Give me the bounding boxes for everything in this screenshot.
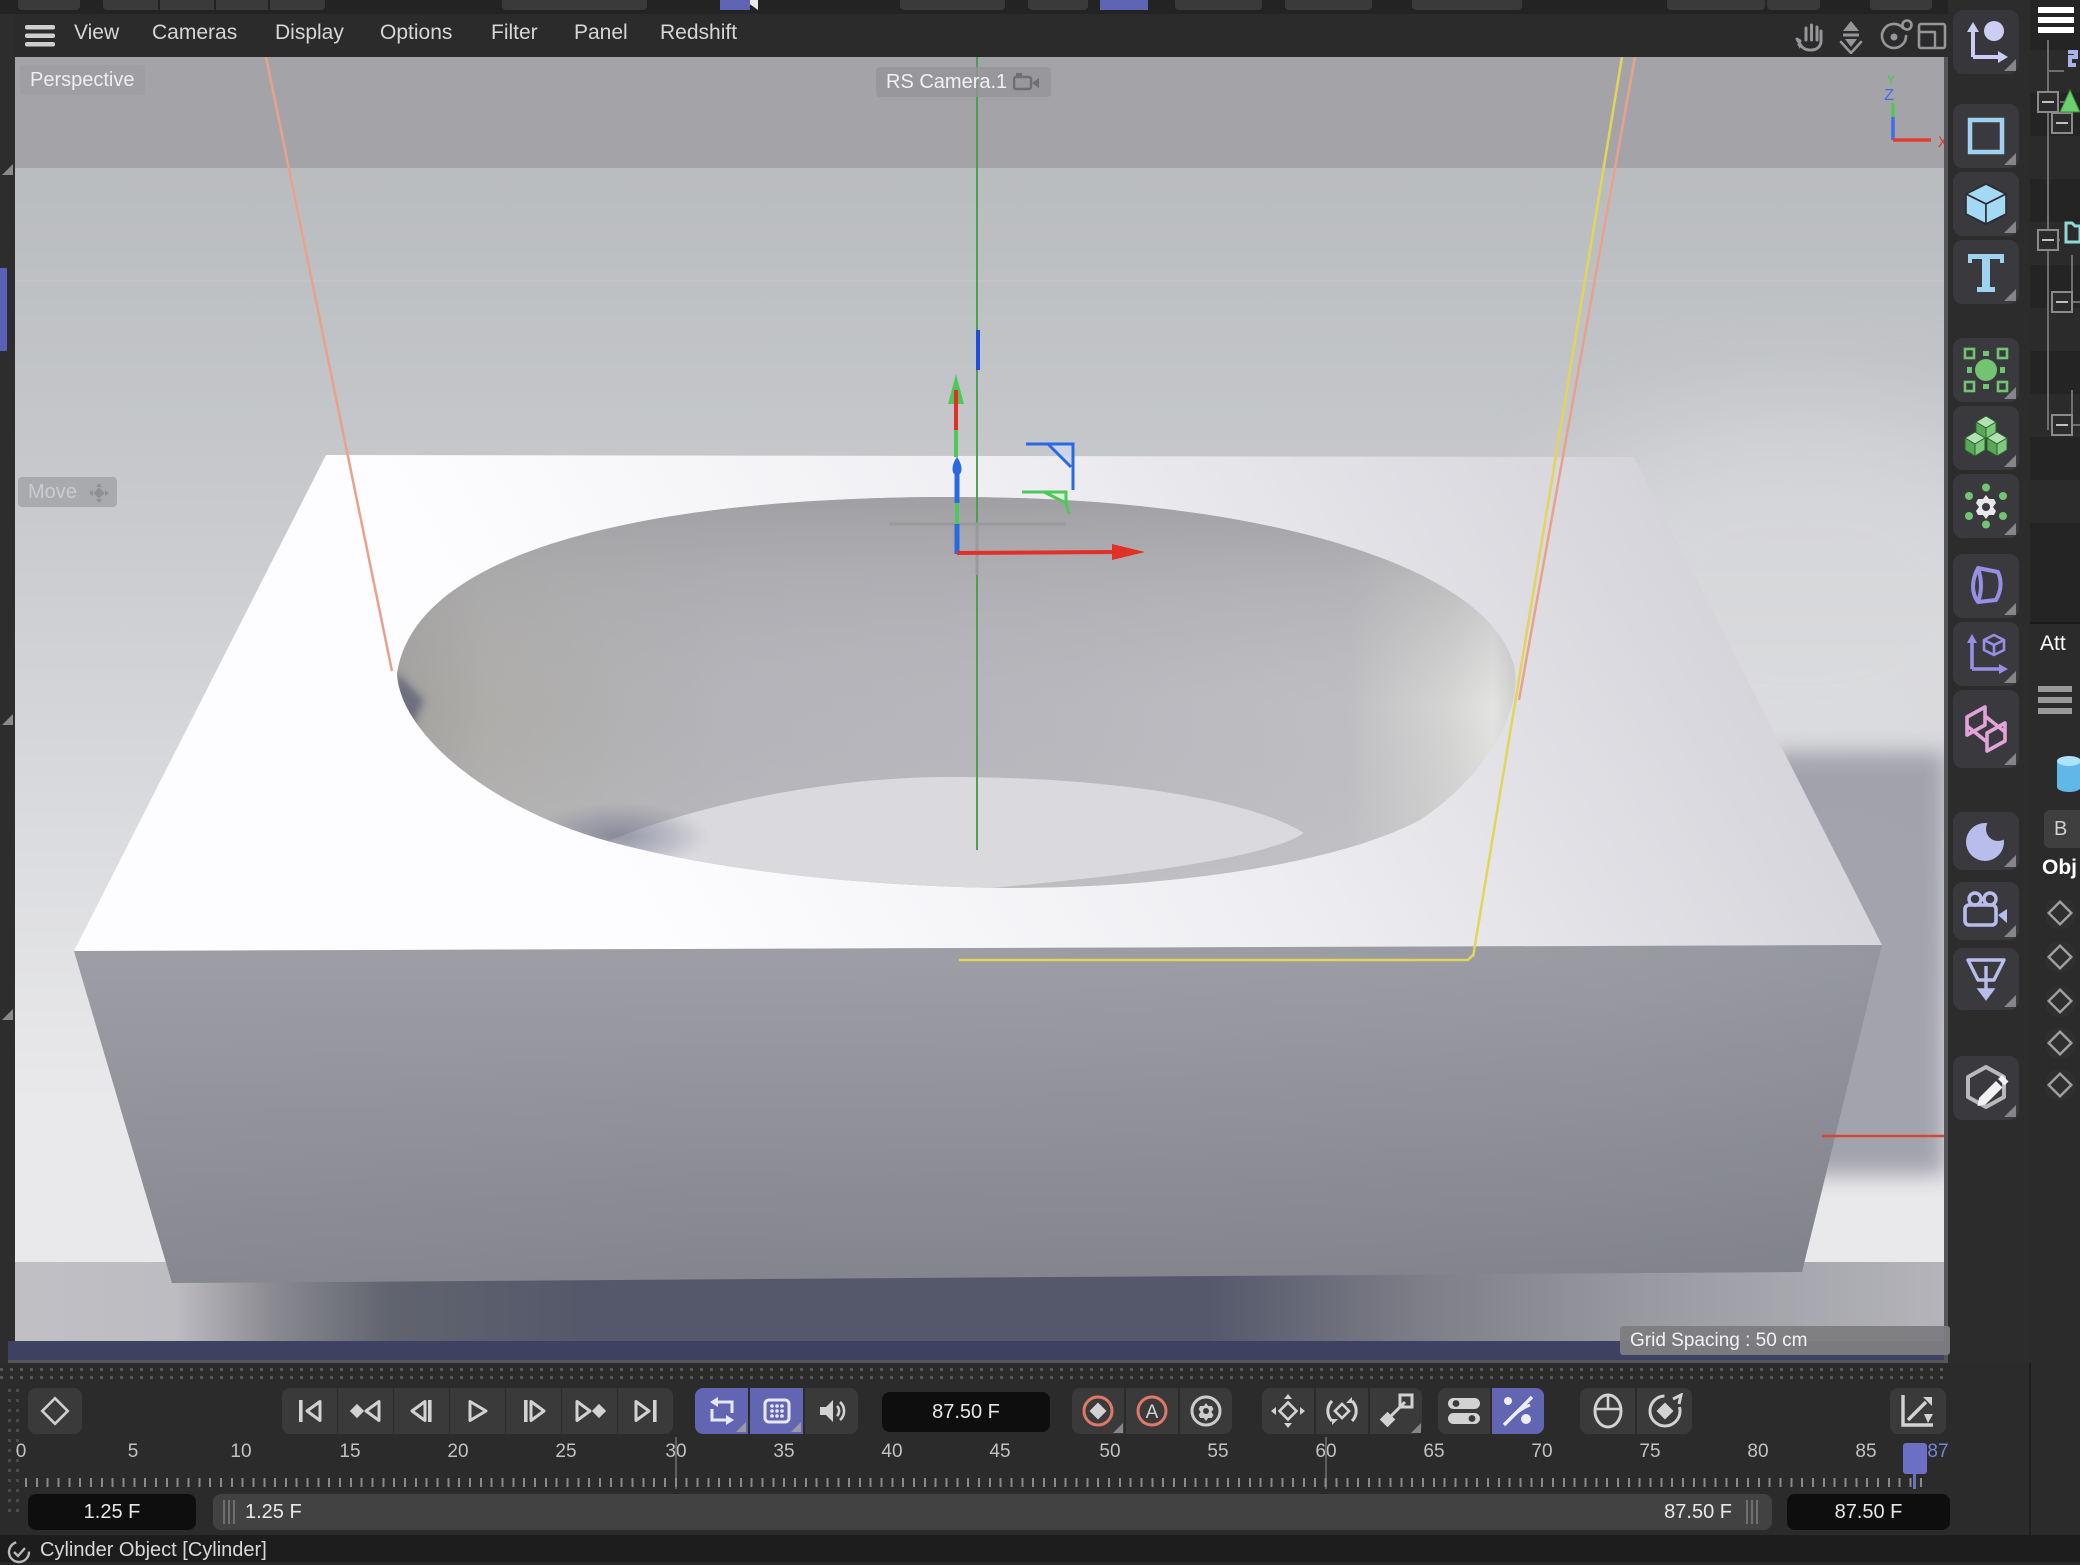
svg-text:Y: Y [1887, 73, 1895, 88]
svg-text:A: A [1146, 1402, 1159, 1423]
